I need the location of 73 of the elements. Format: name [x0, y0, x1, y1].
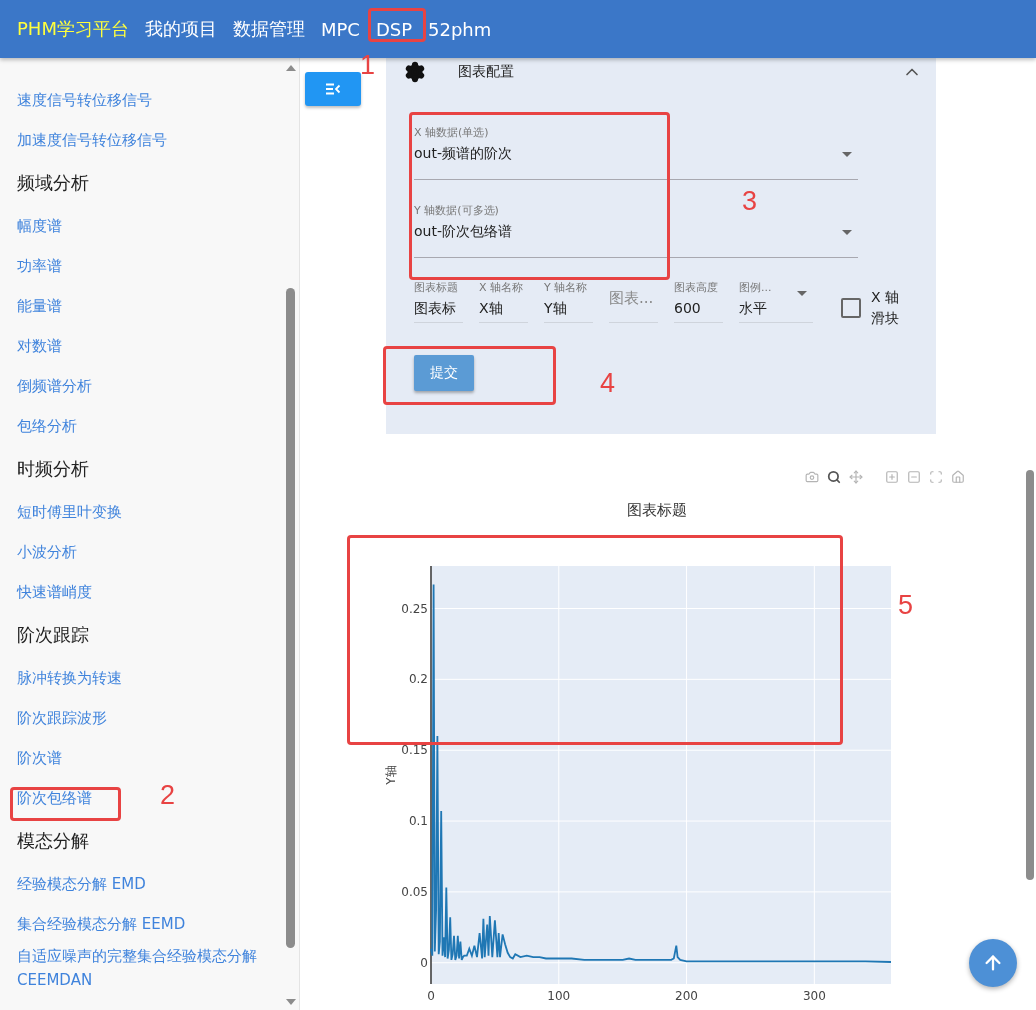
nav-link[interactable]: 52phm: [428, 18, 492, 40]
sidebar-heading: 频域分析: [17, 171, 89, 195]
panel-title: 图表配置: [458, 63, 515, 81]
sidebar-link[interactable]: 功率谱: [17, 246, 62, 286]
sidebar-link[interactable]: 小波分析: [17, 532, 77, 572]
select-field[interactable]: 图例... 水平: [739, 281, 813, 323]
x-tick-label: 300: [802, 989, 826, 1003]
sidebar-link[interactable]: 速度信号转位移信号: [17, 80, 152, 120]
sidebar-link[interactable]: 包络分析: [17, 406, 77, 446]
text-field[interactable]: Y 轴名称 Y轴: [544, 281, 593, 323]
y-axis-title: Y轴: [384, 765, 398, 785]
collapse-icon: [325, 83, 341, 95]
sidebar-link[interactable]: 倒频谱分析: [17, 366, 92, 406]
zoom-icon[interactable]: [827, 470, 841, 484]
sidebar-heading: 阶次跟踪: [17, 623, 89, 647]
chart-title: 图表标题: [627, 501, 687, 520]
x-tick-label: 100: [547, 989, 571, 1003]
dropdown-caret-icon: [797, 291, 807, 296]
home-icon[interactable]: [951, 470, 965, 484]
sidebar-link[interactable]: 阶次包络谱: [17, 778, 92, 818]
autoscale-icon[interactable]: [929, 470, 943, 484]
sidebar-link[interactable]: 脉冲转换为转速: [17, 658, 122, 698]
annotation-number: 1: [360, 50, 376, 81]
nav-link[interactable]: MPC: [320, 18, 360, 40]
sidebar-link[interactable]: 阶次跟踪波形: [17, 698, 107, 738]
zoom-in-icon[interactable]: [885, 470, 899, 484]
scrollbar-thumb[interactable]: [1026, 470, 1034, 880]
sidebar-link[interactable]: 经验模态分解 EMD: [17, 864, 146, 904]
scroll-down-arrow-icon[interactable]: [286, 999, 296, 1005]
settings-icon: [404, 61, 426, 83]
camera-icon[interactable]: [805, 470, 819, 484]
sidebar-heading: 时频分析: [17, 457, 89, 481]
dropdown-caret-icon: [842, 230, 852, 235]
text-field[interactable]: X 轴名称 X轴: [479, 281, 528, 323]
scroll-top-button[interactable]: [969, 939, 1017, 987]
sidebar-heading: 模态分解: [17, 829, 89, 853]
select-field[interactable]: X 轴数据(单选) out-频谱的阶次: [414, 126, 858, 180]
sidebar-link[interactable]: 快速谱峭度: [17, 572, 92, 612]
zoom-out-icon[interactable]: [907, 470, 921, 484]
text-field[interactable]: 图表标题 图表标: [414, 281, 463, 323]
sidebar-link[interactable]: 能量谱: [17, 286, 62, 326]
scroll-up-arrow-icon[interactable]: [286, 65, 296, 71]
sidebar-link[interactable]: 加速度信号转位移信号: [17, 120, 167, 160]
sidebar-link[interactable]: 阶次谱: [17, 738, 62, 778]
nav-link[interactable]: 我的项目: [144, 17, 217, 41]
nav-link[interactable]: 数据管理: [232, 17, 305, 41]
checkbox[interactable]: [841, 298, 861, 318]
annotation-number: 2: [160, 780, 176, 811]
y-tick-label: 0.2: [408, 672, 428, 687]
y-tick-label: 0.25: [401, 601, 428, 616]
dropdown-caret-icon: [842, 152, 852, 157]
x-tick-label: 200: [675, 989, 698, 1003]
brand-link[interactable]: PHM学习平台: [17, 17, 129, 41]
sidebar-link[interactable]: 集合经验模态分解 EEMD: [17, 904, 186, 944]
sidebar-link[interactable]: 短时傅里叶变换: [17, 492, 122, 532]
scrollbar-thumb[interactable]: [286, 288, 295, 948]
text-field[interactable]: 图表高度 600: [674, 281, 723, 323]
sidebar-link[interactable]: 自适应噪声的完整集合经验模态分解 CEEMDAN: [17, 944, 269, 992]
sidebar-link[interactable]: 对数谱: [17, 326, 62, 366]
annotation-number: 5: [898, 590, 914, 621]
pan-icon[interactable]: [849, 470, 863, 484]
x-tick-label: 0: [427, 989, 435, 1003]
text-field[interactable]: 图表...: [609, 281, 658, 323]
y-tick-label: 0.15: [401, 743, 428, 758]
submit-button[interactable]: 提交: [414, 355, 474, 391]
checkbox-label: X 轴滑块: [871, 288, 901, 328]
y-tick-label: 0.1: [408, 814, 428, 829]
sidebar-link[interactable]: 幅度谱: [17, 206, 62, 246]
annotation-number: 4: [600, 368, 616, 399]
y-tick-label: 0: [420, 955, 428, 970]
nav-link[interactable]: DSP: [375, 18, 412, 40]
y-tick-label: 0.05: [401, 884, 428, 899]
collapse-sidebar-button[interactable]: [305, 72, 361, 106]
